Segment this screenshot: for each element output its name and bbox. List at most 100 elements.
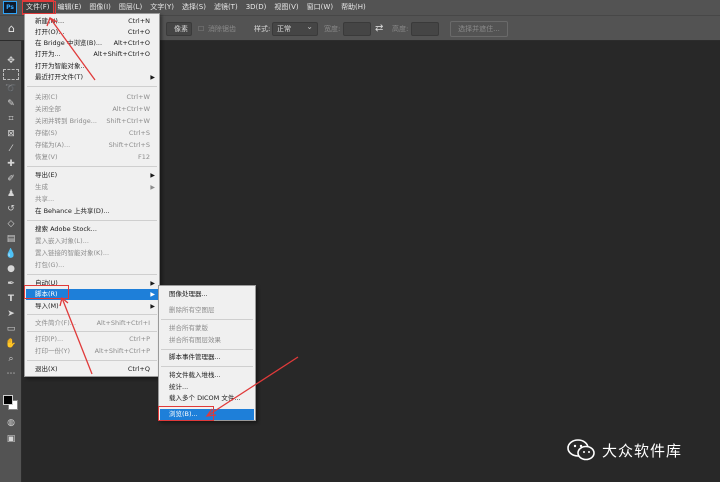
menu-item-place-linked[interactable]: 置入链接的智能对象(K)... <box>26 248 158 259</box>
menu-item-file-info[interactable]: 文件简介(F)... Alt+Shift+Ctrl+I <box>26 318 158 329</box>
menu-separator <box>161 319 253 320</box>
menu-item-open-as[interactable]: 打开为... Alt+Shift+Ctrl+O <box>26 49 158 60</box>
eyedropper-tool-icon[interactable]: ⁄ <box>3 143 19 156</box>
menu-item-save-as[interactable]: 存储为(A)... Shift+Ctrl+S <box>26 140 158 151</box>
type-tool-icon[interactable]: T <box>3 293 19 306</box>
menu-item-search-adobe-stock[interactable]: 搜索 Adobe Stock... <box>26 224 158 235</box>
menu-separator <box>27 166 157 167</box>
menu-item-flatten-layer-effects[interactable]: 拼合所有图层效果 <box>160 335 254 346</box>
menu-separator <box>27 331 157 332</box>
menu-select[interactable]: 选择(S) <box>178 0 210 15</box>
menu-item-script-events-manager[interactable]: 脚本事件管理器... <box>160 352 254 363</box>
zoom-tool-icon[interactable]: ⌕ <box>3 353 19 366</box>
submenu-arrow-icon: ▶ <box>150 303 155 310</box>
history-brush-icon[interactable]: ↺ <box>3 203 19 216</box>
width-input[interactable] <box>343 22 371 36</box>
annotation-box-scripts <box>24 285 69 299</box>
quick-mask-icon[interactable]: ◍ <box>3 417 19 430</box>
width-label: 宽度: <box>324 25 341 33</box>
menu-view[interactable]: 视图(V) <box>270 0 302 15</box>
gradient-tool-icon[interactable]: ▤ <box>3 233 19 246</box>
menu-item-close-all[interactable]: 关闭全部 Alt+Ctrl+W <box>26 104 158 115</box>
dodge-tool-icon[interactable]: ● <box>3 263 19 276</box>
scripts-submenu: 图像处理器... 删除所有空图层 拼合所有蒙版 拼合所有图层效果 脚本事件管理器… <box>158 285 256 421</box>
select-and-mask-button[interactable]: 选择并遮住... <box>450 21 508 37</box>
menu-item-print-one-copy[interactable]: 打印一份(Y) Alt+Shift+Ctrl+P <box>26 346 158 357</box>
submenu-arrow-icon: ▶ <box>150 280 155 287</box>
menu-separator <box>27 360 157 361</box>
menu-item-flatten-masks[interactable]: 拼合所有蒙版 <box>160 323 254 334</box>
screen-mode-icon[interactable]: ▣ <box>3 433 19 446</box>
menu-item-delete-empty-layers[interactable]: 删除所有空图层 <box>160 305 254 316</box>
swap-icon[interactable]: ⇄ <box>375 23 383 35</box>
menu-item-save[interactable]: 存储(S) Ctrl+S <box>26 128 158 139</box>
annotation-box-browse <box>158 406 214 421</box>
menu-item-place-embedded[interactable]: 置入嵌入对象(L)... <box>26 236 158 247</box>
menu-item-open[interactable]: 打开(O)... Ctrl+O <box>26 27 158 38</box>
menu-item-print[interactable]: 打印(P)... Ctrl+P <box>26 334 158 345</box>
more-tools-icon[interactable]: ⋯ <box>3 368 19 381</box>
annotation-box-file <box>22 1 56 14</box>
height-label: 高度: <box>392 25 409 33</box>
frame-tool-icon[interactable]: ⊠ <box>3 128 19 141</box>
menu-item-load-files-into-stack[interactable]: 将文件载入堆栈... <box>160 370 254 381</box>
height-input[interactable] <box>411 22 439 36</box>
tools-panel: ✥ ➰ ✎ ⌗ ⊠ ⁄ ✚ ✐ ♟ ↺ ◇ ▤ 💧 ● ✒ T ➤ ▭ ✋ ⌕ … <box>0 41 22 482</box>
menu-item-load-dicom[interactable]: 载入多个 DICOM 文件... <box>160 393 254 404</box>
menu-item-share[interactable]: 共享... <box>26 194 158 205</box>
healing-tool-icon[interactable]: ✚ <box>3 158 19 171</box>
path-select-tool-icon[interactable]: ➤ <box>3 308 19 321</box>
menu-item-open-smart-object[interactable]: 打开为智能对象... <box>26 61 158 72</box>
photoshop-logo-icon: Ps <box>3 1 17 14</box>
menu-item-statistics[interactable]: 统计... <box>160 382 254 393</box>
foreground-color-swatch[interactable] <box>3 395 13 405</box>
menu-item-share-behance[interactable]: 在 Behance 上共享(D)... <box>26 206 158 217</box>
menu-item-generate[interactable]: 生成 ▶ <box>26 182 158 193</box>
shape-tool-icon[interactable]: ▭ <box>3 323 19 336</box>
menu-item-revert[interactable]: 恢复(V) F12 <box>26 152 158 163</box>
menu-separator <box>27 314 157 315</box>
marquee-tool-icon[interactable] <box>3 69 19 80</box>
style-label: 样式: <box>254 25 271 33</box>
home-icon[interactable]: ⌂ <box>8 22 22 36</box>
menu-separator <box>161 349 253 350</box>
anti-alias-label: 消除锯齿 <box>208 25 236 33</box>
submenu-arrow-icon: ▶ <box>150 74 155 81</box>
submenu-arrow-icon: ▶ <box>150 172 155 179</box>
wechat-icon <box>567 439 595 461</box>
menu-filter[interactable]: 滤镜(T) <box>210 0 242 15</box>
watermark-text: 大众软件库 <box>602 441 683 460</box>
menu-separator <box>27 86 157 87</box>
submenu-arrow-icon: ▶ <box>150 291 155 298</box>
brush-tool-icon[interactable]: ✐ <box>3 173 19 186</box>
menu-item-import[interactable]: 导入(M) ▶ <box>26 301 158 312</box>
menu-item-close[interactable]: 关闭(C) Ctrl+W <box>26 92 158 103</box>
menu-item-exit[interactable]: 退出(X) Ctrl+Q <box>26 364 158 375</box>
move-tool-icon[interactable]: ✥ <box>3 55 19 68</box>
hand-tool-icon[interactable]: ✋ <box>3 338 19 351</box>
menu-item-image-processor[interactable]: 图像处理器... <box>160 289 254 300</box>
menu-item-new[interactable]: 新建(N)... Ctrl+N <box>26 16 158 27</box>
quick-select-tool-icon[interactable]: ✎ <box>3 98 19 111</box>
style-select[interactable]: 正常 <box>272 21 318 36</box>
menu-3d[interactable]: 3D(D) <box>242 0 271 15</box>
anti-alias-checkbox[interactable]: ☐ <box>198 23 204 35</box>
menu-help[interactable]: 帮助(H) <box>337 0 370 15</box>
menu-item-package[interactable]: 打包(G)... <box>26 260 158 271</box>
eraser-tool-icon[interactable]: ◇ <box>3 218 19 231</box>
crop-tool-icon[interactable]: ⌗ <box>3 113 19 126</box>
stamp-tool-icon[interactable]: ♟ <box>3 188 19 201</box>
watermark: 大众软件库 <box>566 438 682 462</box>
feather-unit: 像素 <box>174 25 188 33</box>
menu-item-export[interactable]: 导出(E) ▶ <box>26 170 158 181</box>
menu-item-browse-bridge[interactable]: 在 Bridge 中浏览(B)... Alt+Ctrl+O <box>26 38 158 49</box>
menu-separator <box>161 366 253 367</box>
menu-item-close-to-bridge[interactable]: 关闭并转到 Bridge... Shift+Ctrl+W <box>26 116 158 127</box>
lasso-tool-icon[interactable]: ➰ <box>3 83 19 96</box>
menu-window[interactable]: 窗口(W) <box>303 0 337 15</box>
pen-tool-icon[interactable]: ✒ <box>3 278 19 291</box>
menu-separator <box>27 274 157 275</box>
blur-tool-icon[interactable]: 💧 <box>3 248 19 261</box>
submenu-arrow-icon: ▶ <box>150 184 155 191</box>
menu-item-recent-files[interactable]: 最近打开文件(T) ▶ <box>26 72 158 83</box>
